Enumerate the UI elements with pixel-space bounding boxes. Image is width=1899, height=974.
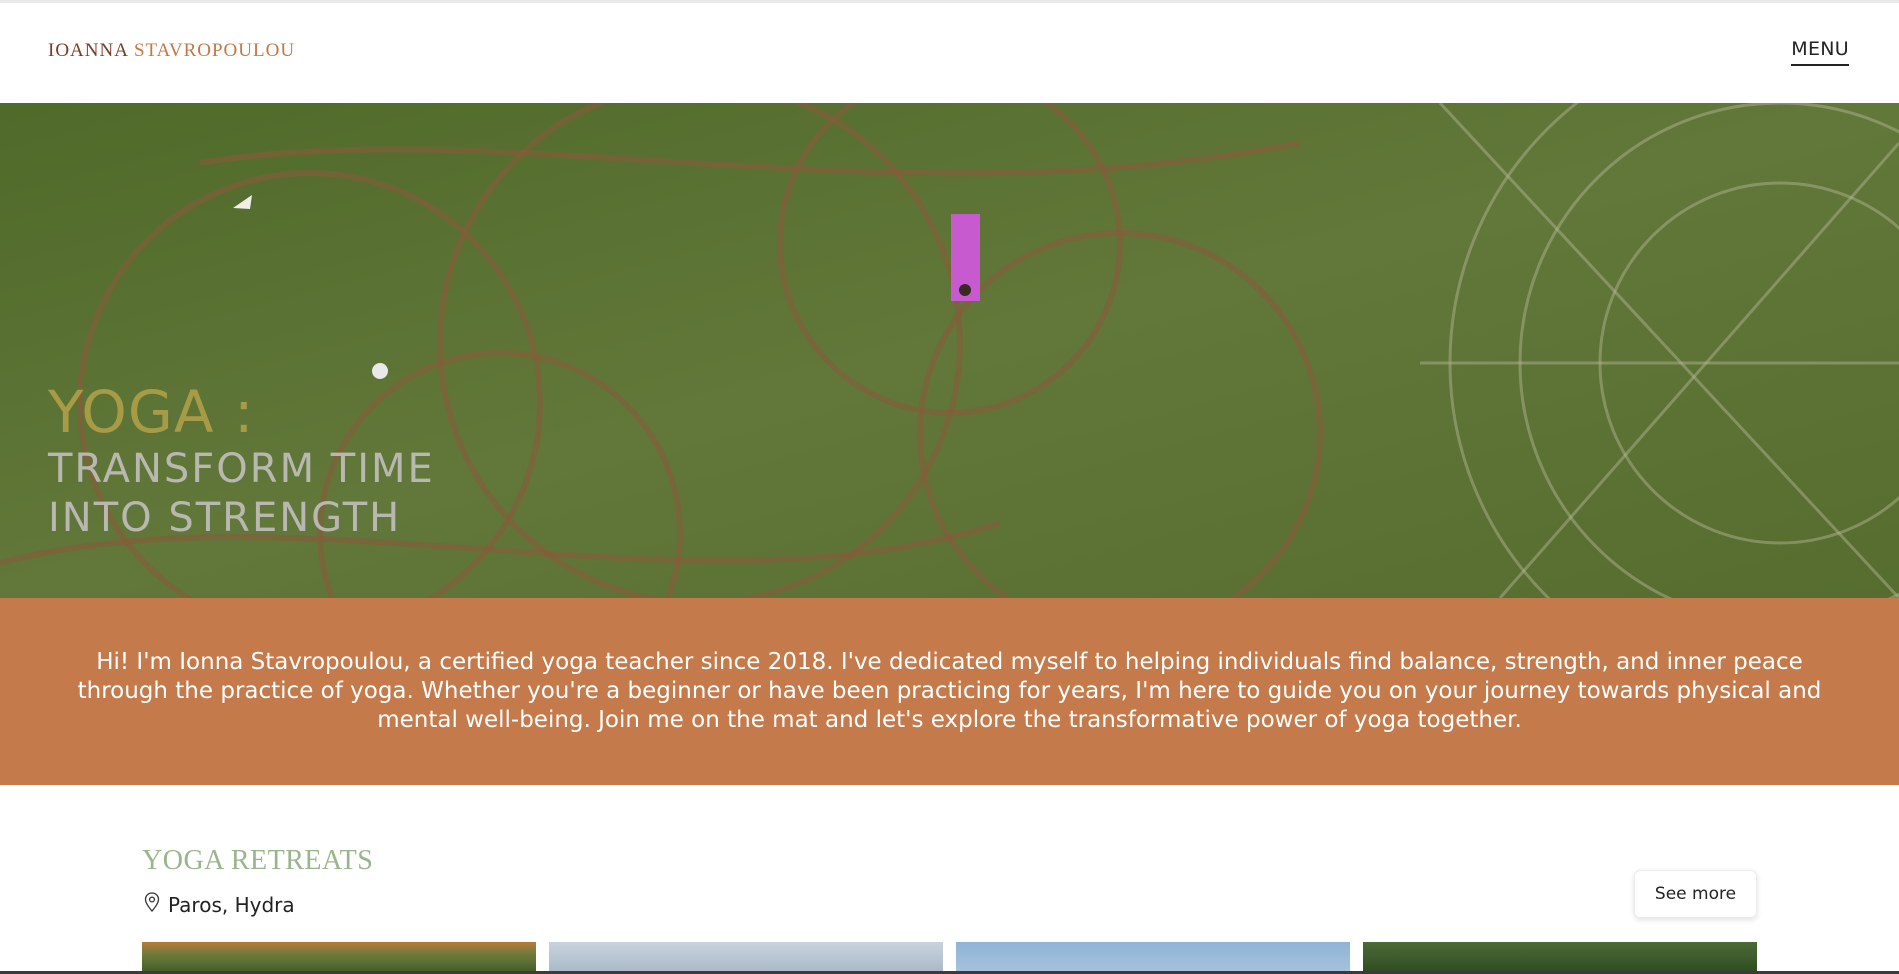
see-more-button[interactable]: See more [1634,870,1757,918]
hero-title-line1: YOGA : [48,378,255,446]
brand-logo[interactable]: IOANNA STAVROPOULOU [48,41,295,60]
retreat-thumbnail[interactable] [549,942,943,974]
retreat-thumbnail[interactable] [142,942,536,974]
map-pin-icon [144,892,160,917]
brand-first-name: IOANNA [48,40,129,61]
hero-title-line2: TRANSFORM TIME [48,445,435,492]
intro-section: Hi! I'm Ionna Stavropoulou, a certified … [0,598,1899,785]
retreat-thumbnail[interactable] [1363,942,1757,974]
hero-banner: YOGA : TRANSFORM TIME INTO STRENGTH [0,103,1899,598]
retreat-thumbnail[interactable] [956,942,1350,974]
site-header: IOANNA STAVROPOULOU MENU [0,3,1899,103]
intro-text: Hi! I'm Ionna Stavropoulou, a certified … [77,649,1822,733]
brand-last-name: STAVROPOULOU [133,40,296,61]
hero-title-line3: INTO STRENGTH [48,494,402,541]
menu-button[interactable]: MENU [1791,39,1849,66]
retreat-gallery [142,942,1757,974]
retreats-section: YOGA RETREATS Paros, Hydra See more [0,785,1899,974]
location-text: Paros, Hydra [168,892,295,917]
retreats-location: Paros, Hydra [144,892,295,917]
retreats-heading: YOGA RETREATS [142,845,374,876]
hero-title: YOGA : TRANSFORM TIME INTO STRENGTH [48,378,435,542]
